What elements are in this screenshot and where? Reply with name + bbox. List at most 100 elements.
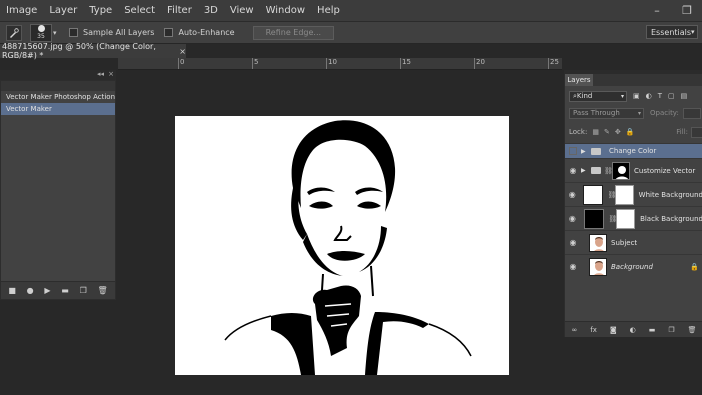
menu-image[interactable]: Image xyxy=(0,5,43,16)
lock-position-icon[interactable]: ✥ xyxy=(615,128,621,136)
collapse-icon[interactable]: ◂◂ xyxy=(97,70,104,78)
layer-row-change-color[interactable]: ▶ Change Color xyxy=(565,143,702,158)
lock-pixels-icon[interactable]: ✎ xyxy=(604,128,610,136)
layer-row-black-background[interactable]: ◉ ⛓ Black Background xyxy=(565,206,702,230)
layers-list: ▶ Change Color ◉ ▶ ⛓ Customize Vector ◉ … xyxy=(565,143,702,278)
chevron-down-icon: ▾ xyxy=(691,28,695,36)
actions-panel: Vector Maker Photoshop Action Vector Mak… xyxy=(0,80,116,300)
menu-type[interactable]: Type xyxy=(83,5,118,16)
layer-name: White Background xyxy=(638,190,702,199)
expand-triangle-icon[interactable]: ▶ xyxy=(581,148,589,155)
layer-mask-thumbnail[interactable] xyxy=(612,161,630,180)
visibility-toggle-empty[interactable] xyxy=(569,147,577,155)
menu-3d[interactable]: 3D xyxy=(198,5,224,16)
link-layers-icon[interactable]: ∞ xyxy=(571,326,577,334)
folder-icon xyxy=(591,147,601,155)
fill-layer-thumbnail[interactable] xyxy=(583,208,605,229)
action-label: Vector Maker xyxy=(6,105,52,113)
layer-mask-thumbnail[interactable] xyxy=(616,208,636,229)
new-layer-icon[interactable]: ❐ xyxy=(668,326,674,334)
fill-field[interactable] xyxy=(691,126,702,138)
photo-thumbnail[interactable] xyxy=(589,233,607,252)
actions-panel-titlebar: ◂◂ × xyxy=(0,70,116,80)
ruler-label: 25 xyxy=(550,58,559,66)
workspace-switcher[interactable]: Essentials ▾ xyxy=(646,25,698,39)
menu-help[interactable]: Help xyxy=(311,5,346,16)
adjustment-layer-icon[interactable]: ◐ xyxy=(630,326,636,334)
menu-layer[interactable]: Layer xyxy=(43,5,83,16)
tool-preset-picker[interactable] xyxy=(6,24,22,41)
layer-name: Black Background xyxy=(640,214,702,223)
quick-selection-tool-icon xyxy=(10,27,19,38)
shape-filter-icon[interactable]: ▢ xyxy=(668,92,675,100)
ruler-tick xyxy=(178,58,179,69)
layer-row-customize-vector[interactable]: ◉ ▶ ⛓ Customize Vector xyxy=(565,158,702,182)
trash-icon[interactable]: 🗑 xyxy=(688,326,697,334)
new-set-icon[interactable]: ▬ xyxy=(61,286,69,295)
close-icon[interactable]: × xyxy=(179,47,186,56)
menu-view[interactable]: View xyxy=(224,5,260,16)
document-tab[interactable]: 488715607.jpg @ 50% (Change Color, RGB/8… xyxy=(0,42,186,60)
pixel-filter-icon[interactable]: ▣ xyxy=(633,92,640,100)
stop-icon[interactable]: ■ xyxy=(8,286,16,295)
lock-transparent-icon[interactable]: ▦ xyxy=(592,128,599,136)
play-icon[interactable]: ▶ xyxy=(44,286,50,295)
link-icon[interactable]: ⛓ xyxy=(604,167,613,175)
action-item[interactable]: Vector Maker xyxy=(1,103,115,115)
adjustment-filter-icon[interactable]: ◐ xyxy=(646,92,652,100)
layer-mask-thumbnail[interactable] xyxy=(615,184,634,205)
layer-row-subject[interactable]: ◉ Subject xyxy=(565,230,702,254)
filter-icons: ▣ ◐ T ▢ ▤ xyxy=(633,92,687,100)
document-tab-bar: 488715607.jpg @ 50% (Change Color, RGB/8… xyxy=(0,42,562,60)
add-mask-icon[interactable]: ◙ xyxy=(610,326,617,334)
refine-edge-button[interactable]: Refine Edge... xyxy=(252,25,335,40)
layer-style-icon[interactable]: fx xyxy=(590,326,597,334)
layer-row-background[interactable]: ◉ Background 🔒 xyxy=(565,254,702,278)
blend-mode-select[interactable]: Pass Through ▾ xyxy=(569,107,645,119)
eye-icon[interactable]: ◉ xyxy=(565,166,581,175)
menu-filter[interactable]: Filter xyxy=(161,5,198,16)
close-icon[interactable]: × xyxy=(108,70,114,78)
sample-all-layers-checkbox[interactable]: Sample All Layers xyxy=(69,28,154,37)
auto-enhance-checkbox[interactable]: Auto-Enhance xyxy=(164,28,235,37)
trash-icon[interactable]: 🗑 xyxy=(97,286,107,295)
link-icon[interactable]: ⛓ xyxy=(607,191,616,199)
new-group-icon[interactable]: ▬ xyxy=(649,326,656,334)
tab-layers[interactable]: Layers xyxy=(565,74,593,86)
restore-icon[interactable]: ❐ xyxy=(672,0,702,21)
photo-thumbnail[interactable] xyxy=(589,257,607,276)
eye-icon[interactable]: ◉ xyxy=(565,238,581,247)
ruler-tick xyxy=(400,58,401,69)
menu-bar: Image Layer Type Select Filter 3D View W… xyxy=(0,0,702,22)
new-action-icon[interactable]: ❐ xyxy=(80,286,87,295)
type-filter-icon[interactable]: T xyxy=(658,92,662,100)
smart-object-filter-icon[interactable]: ▤ xyxy=(681,92,688,100)
brush-size-picker[interactable]: 35 xyxy=(30,23,52,42)
fill-label: Fill: xyxy=(676,128,688,136)
filter-kind-select[interactable]: ⌕ Kind ▾ xyxy=(569,90,627,102)
ruler-label: 10 xyxy=(328,58,337,66)
eye-icon[interactable]: ◉ xyxy=(565,214,580,223)
portrait-artwork xyxy=(224,120,472,375)
document-canvas[interactable] xyxy=(175,116,509,375)
layer-row-white-background[interactable]: ◉ ⛓ White Background xyxy=(565,182,702,206)
silhouette-icon xyxy=(615,165,629,179)
chevron-down-icon: ▾ xyxy=(620,92,624,100)
window-controls: – ❐ xyxy=(642,0,702,21)
minimize-icon[interactable]: – xyxy=(642,0,672,21)
opacity-field[interactable] xyxy=(682,107,701,119)
action-set-item[interactable]: Vector Maker Photoshop Action xyxy=(1,91,115,103)
opacity-label: Opacity: xyxy=(650,109,679,117)
eye-icon[interactable]: ◉ xyxy=(565,262,581,271)
menu-window[interactable]: Window xyxy=(260,5,311,16)
eye-icon[interactable]: ◉ xyxy=(565,190,579,199)
folder-icon xyxy=(591,167,601,174)
chevron-down-icon[interactable]: ▾ xyxy=(53,29,59,37)
record-icon[interactable]: ● xyxy=(27,286,34,295)
lock-all-icon[interactable]: 🔒 xyxy=(626,128,635,136)
link-icon[interactable]: ⛓ xyxy=(608,215,617,223)
expand-triangle-icon[interactable]: ▶ xyxy=(581,167,589,174)
ruler-label: 5 xyxy=(254,58,259,66)
fill-layer-thumbnail[interactable] xyxy=(583,184,604,205)
menu-select[interactable]: Select xyxy=(118,5,161,16)
